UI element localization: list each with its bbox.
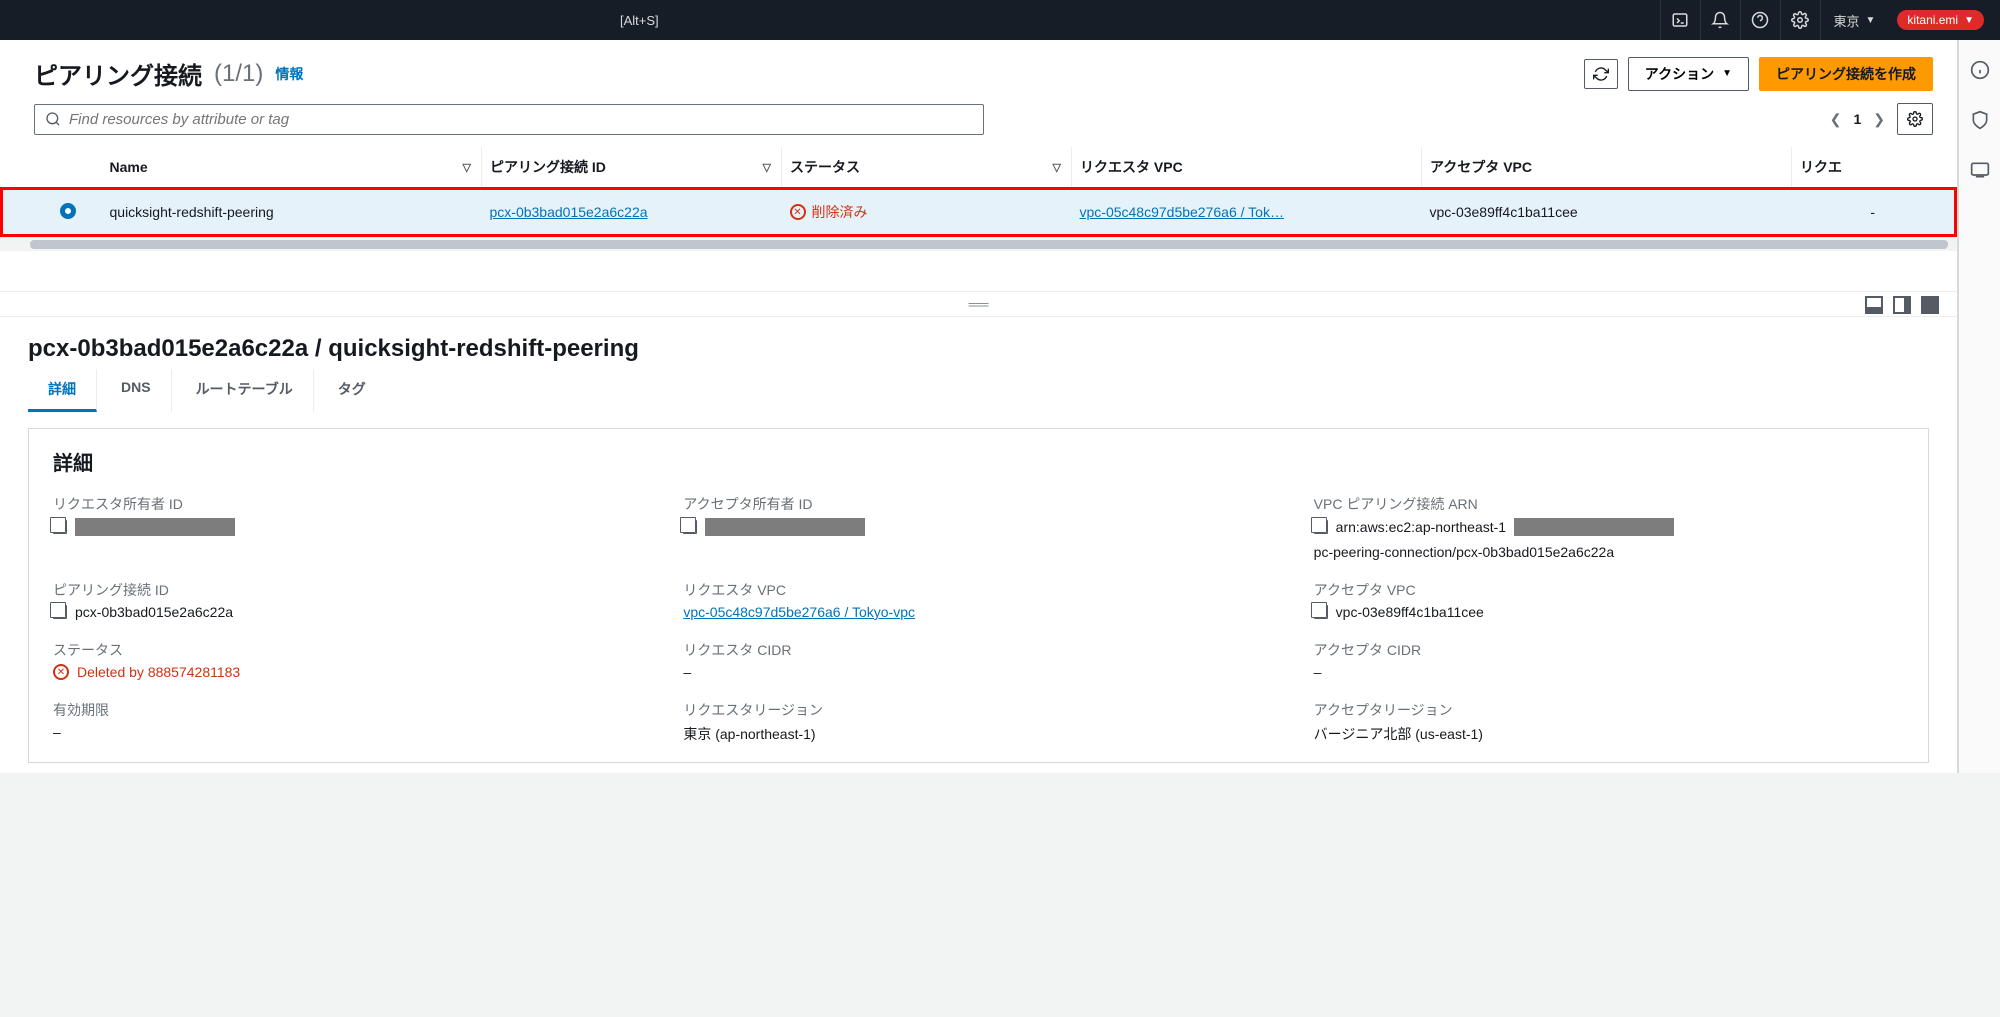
cell-peering-id-link[interactable]: pcx-0b3bad015e2a6c22a [490, 204, 648, 220]
row-radio[interactable] [60, 203, 76, 219]
copy-icon[interactable] [1314, 605, 1328, 619]
error-icon: ✕ [53, 664, 69, 680]
tab-dns[interactable]: DNS [101, 369, 172, 412]
detail-panel: 詳細 リクエスタ所有者 ID アクセプタ所有者 ID VPC ピアリング接続 A… [28, 428, 1929, 763]
redacted-value [705, 518, 865, 536]
field-expiry: – [53, 724, 643, 740]
field-accepter-vpc: vpc-03e89ff4c1ba11cee [1336, 604, 1484, 620]
cell-extra: - [1792, 189, 1956, 236]
page-count: (1/1) [214, 60, 263, 88]
account-menu[interactable]: kitani.emi▼ [1897, 10, 1984, 30]
col-extra[interactable]: リクエ [1800, 159, 1842, 175]
security-panel-icon[interactable] [1968, 108, 1992, 132]
pager-prev[interactable]: ❮ [1830, 111, 1842, 128]
field-label: アクセプタ CIDR [1314, 640, 1904, 660]
field-label: アクセプタ VPC [1314, 580, 1904, 600]
filter-icon[interactable]: ▽ [763, 161, 771, 174]
field-accepter-cidr: – [1314, 664, 1904, 680]
field-accepter-region: バージニア北部 (us-east-1) [1314, 724, 1904, 744]
search-input[interactable] [34, 104, 984, 135]
field-label: リクエスタリージョン [683, 700, 1273, 720]
field-arn: arn:aws:ec2:ap-northeast-1pc-peering-con… [1314, 518, 1904, 560]
notifications-icon[interactable] [1700, 0, 1738, 40]
info-link[interactable]: 情報 [275, 64, 303, 84]
field-label: リクエスタ VPC [683, 580, 1273, 600]
copy-icon[interactable] [53, 605, 67, 619]
copy-icon[interactable] [1314, 520, 1328, 534]
cell-accepter-vpc: vpc-03e89ff4c1ba11cee [1422, 189, 1792, 236]
create-peering-button[interactable]: ピアリング接続を作成 [1759, 57, 1933, 91]
field-label: 有効期限 [53, 700, 643, 720]
copy-icon[interactable] [683, 520, 697, 534]
help-rail [1958, 40, 2000, 773]
panel-title: 詳細 [53, 447, 1904, 476]
pager-page: 1 [1853, 111, 1861, 127]
panel-view-icon[interactable] [1893, 296, 1911, 314]
cloudshell-icon[interactable] [1660, 0, 1698, 40]
cell-requester-vpc-link[interactable]: vpc-05c48c97d5be276a6 / Tok… [1080, 204, 1284, 220]
split-panel-handle[interactable]: ══ [0, 291, 1957, 317]
help-icon[interactable] [1740, 0, 1778, 40]
col-requester-vpc[interactable]: リクエスタ VPC [1080, 159, 1183, 175]
panel-view-icon[interactable] [1921, 296, 1939, 314]
detail-title: pcx-0b3bad015e2a6c22a / quicksight-redsh… [0, 317, 1957, 369]
field-peering-id: pcx-0b3bad015e2a6c22a [75, 604, 233, 620]
tab-tags[interactable]: タグ [318, 369, 386, 412]
field-requester-region: 東京 (ap-northeast-1) [683, 724, 1273, 744]
pager-next[interactable]: ❯ [1873, 111, 1885, 128]
tab-detail[interactable]: 詳細 [28, 369, 97, 412]
field-label: リクエスタ CIDR [683, 640, 1273, 660]
table-preferences-button[interactable] [1897, 103, 1933, 135]
horizontal-scrollbar[interactable] [0, 237, 1957, 251]
redacted-value [75, 518, 235, 536]
page-title: ピアリング接続 [34, 56, 202, 91]
redacted-value [1514, 518, 1674, 536]
info-panel-icon[interactable] [1968, 58, 1992, 82]
field-label: アクセプタ所有者 ID [683, 494, 1273, 514]
filter-icon[interactable]: ▽ [463, 161, 471, 174]
search-field[interactable] [69, 111, 973, 128]
col-status[interactable]: ステータス [790, 159, 860, 175]
settings-icon[interactable] [1780, 0, 1818, 40]
cell-status: ✕削除済み [790, 202, 1064, 222]
page-header: ピアリング接続 (1/1) 情報 アクション▼ ピアリング接続を作成 [0, 40, 1957, 99]
detail-tabs: 詳細 DNS ルートテーブル タグ [0, 369, 1957, 412]
actions-button[interactable]: アクション▼ [1628, 57, 1749, 91]
refresh-button[interactable] [1584, 59, 1618, 89]
panel-view-icon[interactable] [1865, 296, 1883, 314]
field-label: アクセプタリージョン [1314, 700, 1904, 720]
field-status: ✕Deleted by 888574281183 [53, 664, 643, 680]
search-icon [45, 111, 61, 127]
col-accepter-vpc[interactable]: アクセプタ VPC [1430, 159, 1532, 175]
copy-icon[interactable] [53, 520, 67, 534]
table-row[interactable]: quicksight-redshift-peering pcx-0b3bad01… [2, 189, 1956, 236]
error-icon: ✕ [790, 204, 806, 220]
region-selector[interactable]: 東京▼ [1820, 0, 1887, 40]
feedback-panel-icon[interactable] [1968, 158, 1992, 182]
cell-name: quicksight-redshift-peering [102, 189, 482, 236]
filter-icon[interactable]: ▽ [1053, 161, 1061, 174]
field-requester-cidr: – [683, 664, 1273, 680]
global-nav: [Alt+S] 東京▼ kitani.emi▼ [0, 0, 2000, 40]
field-label: VPC ピアリング接続 ARN [1314, 494, 1904, 514]
field-label: ステータス [53, 640, 643, 660]
field-label: ピアリング接続 ID [53, 580, 643, 600]
tab-route-tables[interactable]: ルートテーブル [176, 369, 314, 412]
col-name[interactable]: Name [110, 159, 148, 175]
field-label: リクエスタ所有者 ID [53, 494, 643, 514]
col-peering-id[interactable]: ピアリング接続 ID [490, 159, 606, 175]
search-shortcut-hint: [Alt+S] [620, 13, 659, 28]
requester-vpc-link[interactable]: vpc-05c48c97d5be276a6 / Tokyo-vpc [683, 604, 915, 620]
peering-table: Name ▽ ピアリング接続 ID ▽ ステータス ▽ リクエスタ VPC アクセプタ… [0, 147, 1957, 237]
